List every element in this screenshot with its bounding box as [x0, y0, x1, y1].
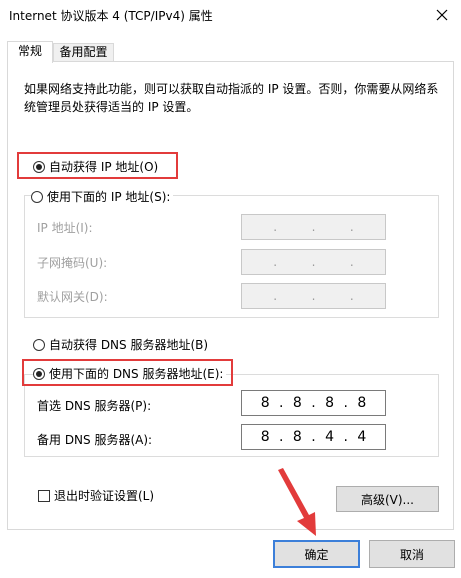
manual-ip-option[interactable]: 使用下面的 IP 地址(S):	[31, 188, 174, 205]
preferred-dns-input[interactable]: 8. 8. 8. 8	[241, 390, 386, 416]
description-text: 如果网络支持此功能，则可以获取自动指派的 IP 设置。否则，你需要从网络系统管理…	[24, 82, 439, 114]
subnet-mask-label: 子网掩码(U):	[37, 256, 108, 270]
cancel-button[interactable]: 取消	[369, 540, 455, 568]
ip-address-input[interactable]: ...	[241, 214, 386, 240]
alternate-dns-input[interactable]: 8. 8. 4. 4	[241, 424, 386, 450]
manual-ip-radio[interactable]	[31, 190, 43, 203]
close-icon	[436, 9, 448, 21]
alternate-dns-label: 备用 DNS 服务器(A):	[37, 433, 153, 447]
ip-address-label: IP 地址(I):	[37, 221, 93, 235]
validate-settings-option[interactable]: 退出时验证设置(L)	[38, 487, 154, 504]
preferred-dns-label: 首选 DNS 服务器(P):	[37, 399, 152, 413]
annotation-arrow-icon	[278, 468, 316, 536]
window-title: Internet 协议版本 4 (TCP/IPv4) 属性	[9, 9, 213, 23]
default-gateway-label: 默认网关(D):	[37, 290, 108, 304]
auto-dns-label: 自动获得 DNS 服务器地址(B)	[49, 338, 209, 352]
validate-settings-label: 退出时验证设置(L)	[54, 489, 155, 503]
advanced-button[interactable]: 高级(V)...	[336, 486, 439, 512]
tab-alternate-config[interactable]: 备用配置	[53, 43, 114, 62]
ok-button[interactable]: 确定	[273, 540, 360, 568]
subnet-mask-input[interactable]: ...	[241, 249, 386, 275]
tab-general[interactable]: 常规	[7, 41, 53, 63]
auto-dns-radio[interactable]	[33, 338, 45, 351]
auto-dns-option[interactable]: 自动获得 DNS 服务器地址(B)	[33, 336, 208, 353]
highlight-auto-ip	[17, 152, 178, 179]
validate-settings-checkbox[interactable]	[38, 489, 50, 502]
default-gateway-input[interactable]: ...	[241, 283, 386, 309]
highlight-manual-dns	[22, 359, 233, 386]
manual-ip-label: 使用下面的 IP 地址(S):	[47, 190, 171, 204]
close-button[interactable]	[428, 2, 456, 28]
